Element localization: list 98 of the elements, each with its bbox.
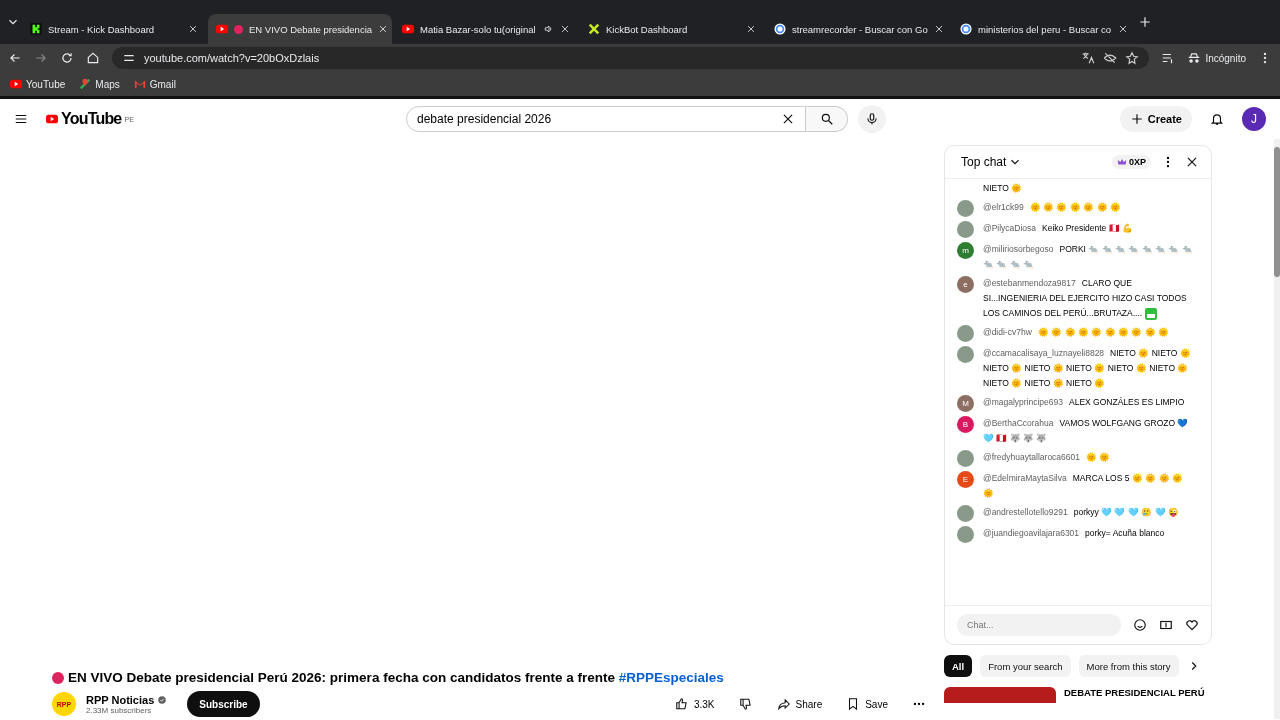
chat-message: @estebanmendoza9817 CLARO QUE SI...INGENIERIA DEL EJERCITO HIZO CASI TODOS LOS CAMINOS DEL PERÚ...BRUTAZA....	[983, 277, 1188, 321]
close-icon	[378, 24, 389, 34]
user-avatar: m	[957, 242, 974, 259]
filter-chip[interactable]: More from this story	[1078, 655, 1179, 677]
user-avatar	[957, 325, 974, 342]
chat-message: @miliriosorbegoso PORKI 🐀 🐀 🐀 🐀 🐀 🐀 🐀 🐀 🐀 🐀 🐀 🐀	[983, 243, 1194, 271]
youtube-logo-icon	[10, 78, 22, 90]
map-pin-icon	[79, 78, 92, 90]
filter-chip[interactable]: All	[944, 655, 973, 677]
video-title: EN VIVO Debate presidencial Perú 2026: primera fecha con candidatos frente a frente #RPPEspeciales	[68, 670, 724, 685]
close-icon	[746, 24, 756, 34]
close-icon	[188, 24, 198, 34]
chat-message: @andrestellotello9291 porkyy 🩵 🩵 🩵 🥲 🩵 😜	[983, 506, 1179, 519]
share-arrow-icon	[776, 697, 791, 711]
browser-tab[interactable]: ministerios del peru - Buscar co	[952, 14, 1136, 44]
user-avatar: M	[957, 395, 974, 412]
incognito-icon	[1187, 51, 1202, 65]
home-icon	[86, 51, 100, 65]
clear-icon	[781, 112, 795, 126]
thumbs-down-icon	[738, 697, 753, 711]
chat-message: @PilycaDiosa Keiko Presidente 🇵🇪 💪	[983, 222, 1134, 235]
address-bar[interactable]: youtube.com/watch?v=20bOxDzlais	[112, 47, 1150, 69]
save-button[interactable]: Save	[838, 691, 896, 717]
user-avatar: B	[957, 416, 974, 433]
close-icon	[1185, 155, 1199, 169]
eye-off-icon	[1103, 51, 1118, 65]
channel-name[interactable]: RPP Noticias	[86, 693, 155, 706]
like-button[interactable]: 3.3K	[666, 691, 723, 717]
menu-icon	[14, 112, 28, 126]
user-avatar	[957, 221, 974, 238]
voice-search-button[interactable]	[858, 105, 886, 133]
chat-message: @didi-cv7hw 🌞 🌞 🌞 🌞 🌞 🌞 🌞 🌞 🌞 🌞	[983, 326, 1170, 339]
user-avatar	[957, 450, 974, 467]
subscriber-count: 2.33M subscribers	[86, 705, 153, 715]
user-avatar: e	[957, 276, 974, 293]
browser-tab[interactable]: Matia Bazar-solo tu(original	[394, 14, 578, 44]
browser-tab[interactable]: streamrecorder - Buscar con Go	[766, 14, 950, 44]
microphone-icon	[865, 112, 879, 126]
bookmark-link[interactable]: Maps	[79, 78, 120, 90]
video-thumbnail[interactable]	[944, 687, 1056, 703]
youtube-wordmark[interactable]: YouTube	[61, 110, 122, 128]
user-avatar	[957, 346, 974, 363]
plus-icon	[1129, 112, 1144, 126]
chat-message: @fredyhuaytallaroca6601 🌞 🌞	[983, 451, 1111, 464]
user-avatar	[957, 526, 974, 543]
reload-icon	[60, 51, 74, 65]
search-button[interactable]	[806, 106, 848, 132]
bookmark-link[interactable]: Gmail	[133, 78, 176, 90]
chat-mode-dropdown[interactable]: Top chat	[961, 155, 1023, 169]
star-icon	[1125, 51, 1140, 65]
youtube-logo-icon	[402, 23, 414, 35]
chat-message: @ccamacalisaya_luznayeli8828 NIETO 🌞 NIETO 🌞 NIETO 🌞 NIETO 🌞 NIETO 🌞 NIETO 🌞 NIETO 🌞 NIETO 🌞 NIETO 🌞 NIETO 🌞	[983, 347, 1192, 390]
user-avatar	[957, 505, 974, 522]
translate-icon	[1081, 51, 1096, 65]
bookmark-link[interactable]: YouTube	[10, 78, 66, 90]
create-button[interactable]: Create	[1119, 106, 1192, 132]
chat-message: NIETO 🌞	[983, 182, 1023, 195]
thumbs-up-icon	[674, 697, 689, 711]
back-icon	[8, 51, 22, 65]
chat-message: @elr1ck99 🌞 🌞 🌞 🌞 🌞 🌞 🌞	[983, 201, 1121, 214]
cross-logo-icon	[588, 23, 600, 35]
live-dot-icon	[234, 24, 243, 34]
google-logo-icon	[774, 23, 786, 35]
live-dot-icon	[52, 671, 64, 684]
close-icon	[933, 24, 944, 34]
chat-message: @BerthaCcorahua VAMOS WOLFGANG GROZO 💙 🩵 🇵🇪 🐺 🐺 🐺	[983, 417, 1190, 445]
search-icon	[819, 112, 834, 126]
close-icon	[560, 24, 570, 34]
close-icon	[1118, 24, 1128, 34]
youtube-logo-icon	[46, 113, 58, 125]
chat-message: @juandiegoavilajara6301 porky= Acuña blanco	[983, 527, 1165, 540]
account-avatar[interactable]: J	[1242, 107, 1266, 131]
profile-label: Incógnito	[1205, 52, 1246, 64]
browser-tab[interactable]: KickBot Dashboard	[580, 14, 764, 44]
dollar-bill-icon	[1159, 618, 1173, 632]
subscribe-button[interactable]: Subscribe	[187, 691, 260, 717]
kick-logo-icon	[30, 23, 42, 35]
youtube-logo-icon	[216, 23, 228, 35]
heart-icon	[1185, 618, 1199, 632]
share-button[interactable]: Share	[768, 691, 831, 717]
chat-message: @magalyprincipe693 ALEX GONZÁLES ES LIMPIO	[983, 396, 1185, 409]
video-title[interactable]: DEBATE PRESIDENCIAL PERÚ	[1064, 687, 1212, 698]
chat-message: @EdelmiraMaytaSilva MARCA LOS 5 🌞 🌞 🌞 🌞 🌞	[983, 472, 1184, 500]
chat-input[interactable]: Chat...	[957, 614, 1121, 636]
emoji-icon	[1133, 618, 1147, 632]
mail-logo-icon	[133, 78, 146, 90]
browser-tab[interactable]: Stream - Kick Dashboard	[22, 14, 206, 44]
google-logo-icon	[960, 23, 972, 35]
filter-chip[interactable]: From your search	[980, 655, 1071, 677]
hashtag-link[interactable]: #RPPEspeciales	[618, 670, 724, 685]
browser-tab[interactable]: EN VIVO Debate presidencia	[208, 14, 392, 44]
bell-icon	[1210, 112, 1224, 126]
xp-badge[interactable]: 0XP	[1112, 155, 1151, 169]
user-avatar	[957, 200, 974, 217]
crown-icon	[1117, 157, 1127, 167]
user-avatar: E	[957, 471, 974, 488]
scrollbar-thumb[interactable]	[1274, 147, 1280, 277]
new-tab-icon	[1138, 15, 1152, 29]
